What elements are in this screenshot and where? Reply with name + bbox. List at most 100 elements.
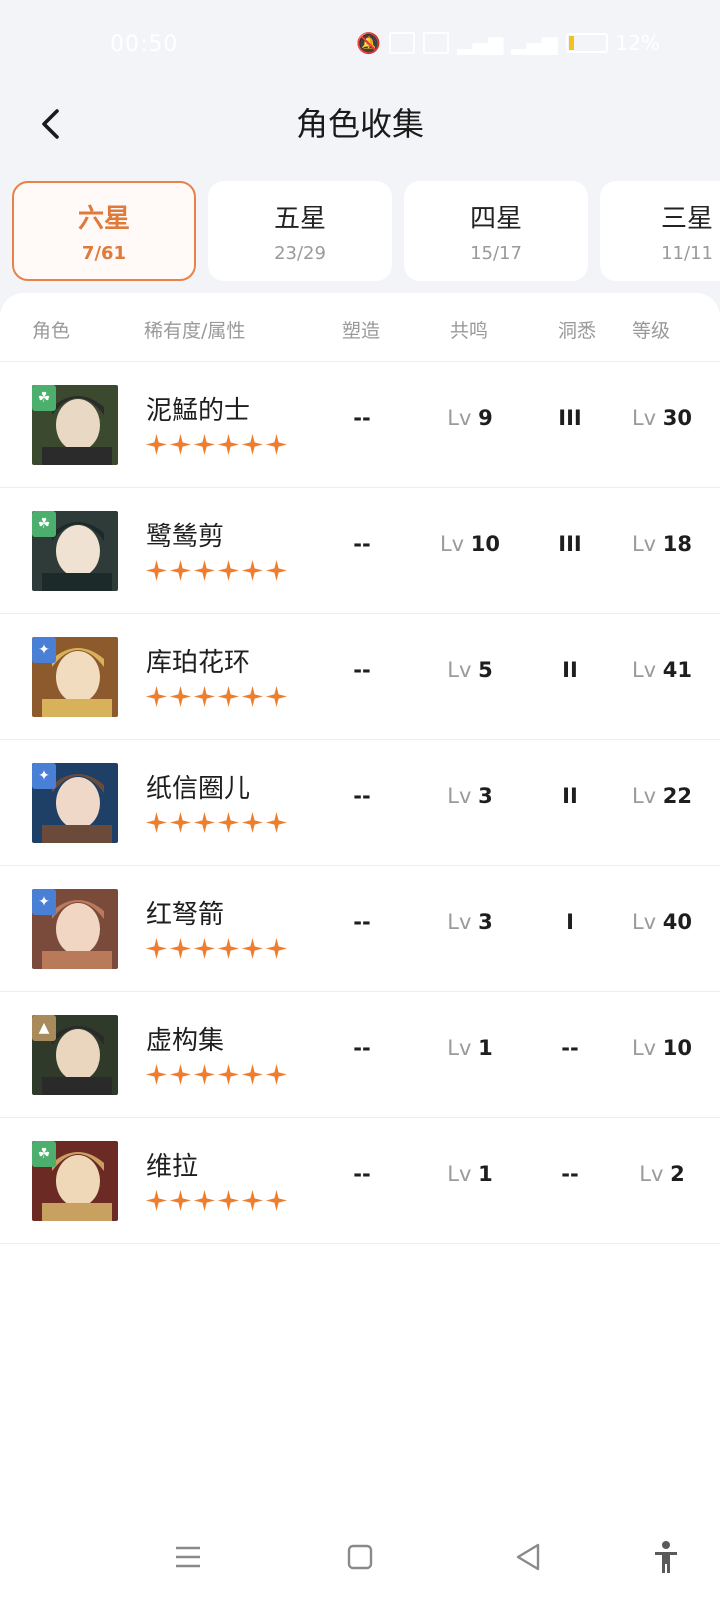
resonance-number: 9 [478,406,493,430]
lv-prefix: Lv [631,658,657,682]
character-name: 泥鯭的士 [146,396,251,426]
lv-prefix: Lv [631,406,657,430]
character-row[interactable]: ✦ 纸信圈儿 -- Lv 3 II Lv 22 [0,740,720,866]
star-rating [146,812,287,834]
star-rating [146,1064,287,1086]
star-icon [218,1190,239,1211]
star-icon [218,560,239,581]
signal-icon: ▂▄▆ [511,31,558,55]
column-level: 等级 [632,320,671,342]
character-row[interactable]: ▲ 虚构集 -- Lv 1 -- Lv 10 [0,992,720,1118]
star-icon [242,1064,263,1085]
star-rating [146,938,287,960]
star-icon [242,686,263,707]
system-nav-bar [0,1513,720,1600]
accessibility-icon [655,1541,677,1573]
star-icon [266,1064,287,1085]
home-button[interactable] [340,1537,380,1577]
back-triangle-icon [516,1543,540,1571]
status-time: 00:50 [110,32,179,57]
shaping-value: -- [353,1162,371,1186]
star-icon [194,560,215,581]
star-icon [146,560,167,581]
level-number: 2 [670,1162,685,1186]
character-list-card: 角色 稀有度/属性 塑造 共鸣 洞悉 等级 ☘ 泥鯭的士 -- Lv 9 III Lv 3… [0,293,720,1513]
star-icon [242,560,263,581]
tab-six-star[interactable]: 六星 7/61 [12,181,196,281]
back-nav-button[interactable] [508,1537,548,1577]
tab-label: 五星 [273,204,326,234]
character-name: 虚构集 [146,1026,225,1056]
leaf-icon: ☘ [32,1141,56,1167]
character-rows: ☘ 泥鯭的士 -- Lv 9 III Lv 30 ☘ 鹭鸶剪 -- Lv 10 III Lv 18 ✦ 库… [0,362,720,1244]
lv-prefix: Lv [447,910,472,934]
character-row[interactable]: ✦ 红弩箭 -- Lv 3 I Lv 40 [0,866,720,992]
network-speed-icon [389,32,416,54]
level-value: Lv 30 [612,406,712,430]
tab-count: 11/11 [661,243,713,264]
star-icon [194,1190,215,1211]
resonance-value: Lv 1 [420,1036,520,1060]
shaping-value: -- [353,406,371,430]
star-icon [266,560,287,581]
character-row[interactable]: ✦ 库珀花环 -- Lv 5 II Lv 41 [0,614,720,740]
star-icon [146,686,167,707]
character-row[interactable]: ☘ 鹭鸶剪 -- Lv 10 III Lv 18 [0,488,720,614]
star-rating [146,686,287,708]
tab-three-star[interactable]: 三星 11/11 [600,181,720,281]
resonance-value: Lv 3 [420,910,520,934]
signal-icon: ▂▄▆ [457,31,504,55]
star-rating [146,1190,287,1212]
character-row[interactable]: ☘ 维拉 -- Lv 1 -- Lv 2 [0,1118,720,1244]
star-icon [242,812,263,833]
character-name: 库珀花环 [146,648,251,678]
tab-five-star[interactable]: 五星 23/29 [208,181,392,281]
menu-button[interactable] [168,1537,208,1577]
character-name: 红弩箭 [146,900,225,930]
character-row[interactable]: ☘ 泥鯭的士 -- Lv 9 III Lv 30 [0,362,720,488]
page-title: 角色收集 [295,105,424,143]
star-icon [170,1190,191,1211]
star-icon [170,812,191,833]
star-icon [242,938,263,959]
status-icons: 🔕 ▂▄▆ ▂▄▆ 12% [356,30,660,56]
star-rating [146,560,287,582]
accessibility-button[interactable] [646,1537,686,1577]
star-icon [170,1064,191,1085]
character-name: 鹭鸶剪 [146,522,225,552]
column-character: 角色 [32,320,71,342]
star-icon [266,1190,287,1211]
level-value: Lv 10 [612,1036,712,1060]
column-resonance: 共鸣 [450,320,489,342]
level-value: Lv 40 [612,910,712,934]
lv-prefix: Lv [631,784,657,808]
lv-prefix: Lv [447,784,472,808]
column-rarity: 稀有度/属性 [144,320,246,342]
level-value: Lv 22 [612,784,712,808]
insight-value: III [558,406,582,430]
lv-prefix: Lv [631,532,657,556]
level-number: 41 [662,658,693,682]
battery-icon [565,33,608,53]
rarity-tabs: 六星 7/61 五星 23/29 四星 15/17 三星 11/11 [12,181,720,281]
shaping-value: -- [353,1036,371,1060]
star-icon [170,560,191,581]
resonance-number: 10 [470,532,501,556]
lv-prefix: Lv [447,1036,472,1060]
star-icon [242,1190,263,1211]
lv-prefix: Lv [631,1036,657,1060]
resonance-number: 5 [478,658,493,682]
tab-four-star[interactable]: 四星 15/17 [404,181,588,281]
insight-value: II [562,784,578,808]
tab-count: 23/29 [274,243,326,264]
star-icon [218,1064,239,1085]
tab-label: 四星 [469,204,522,234]
leaf-icon: ☘ [32,385,56,411]
insight-value: III [558,532,582,556]
resonance-value: Lv 9 [420,406,520,430]
shaping-value: -- [353,532,371,556]
resonance-number: 1 [478,1162,493,1186]
star-icon [194,812,215,833]
level-value: Lv 41 [612,658,712,682]
leaf-icon: ☘ [32,511,56,537]
